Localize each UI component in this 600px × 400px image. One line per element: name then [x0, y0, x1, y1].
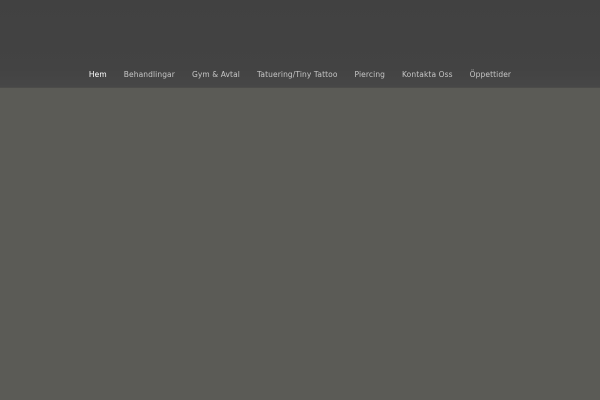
nav-item-oppettider[interactable]: Öppettider — [470, 69, 511, 81]
main-content-area — [0, 88, 600, 400]
page: Hem Behandlingar Gym & Avtal Tatuering/T… — [0, 0, 600, 400]
nav-item-kontakta-oss[interactable]: Kontakta Oss — [402, 69, 453, 81]
main-navigation: Hem Behandlingar Gym & Avtal Tatuering/T… — [0, 68, 600, 82]
site-header: Hem Behandlingar Gym & Avtal Tatuering/T… — [0, 0, 600, 88]
nav-item-gym-avtal[interactable]: Gym & Avtal — [192, 69, 240, 81]
nav-item-tatuering[interactable]: Tatuering/Tiny Tattoo — [257, 69, 338, 81]
nav-item-piercing[interactable]: Piercing — [355, 69, 386, 81]
nav-item-behandlingar[interactable]: Behandlingar — [124, 69, 175, 81]
nav-item-hem[interactable]: Hem — [89, 69, 107, 81]
